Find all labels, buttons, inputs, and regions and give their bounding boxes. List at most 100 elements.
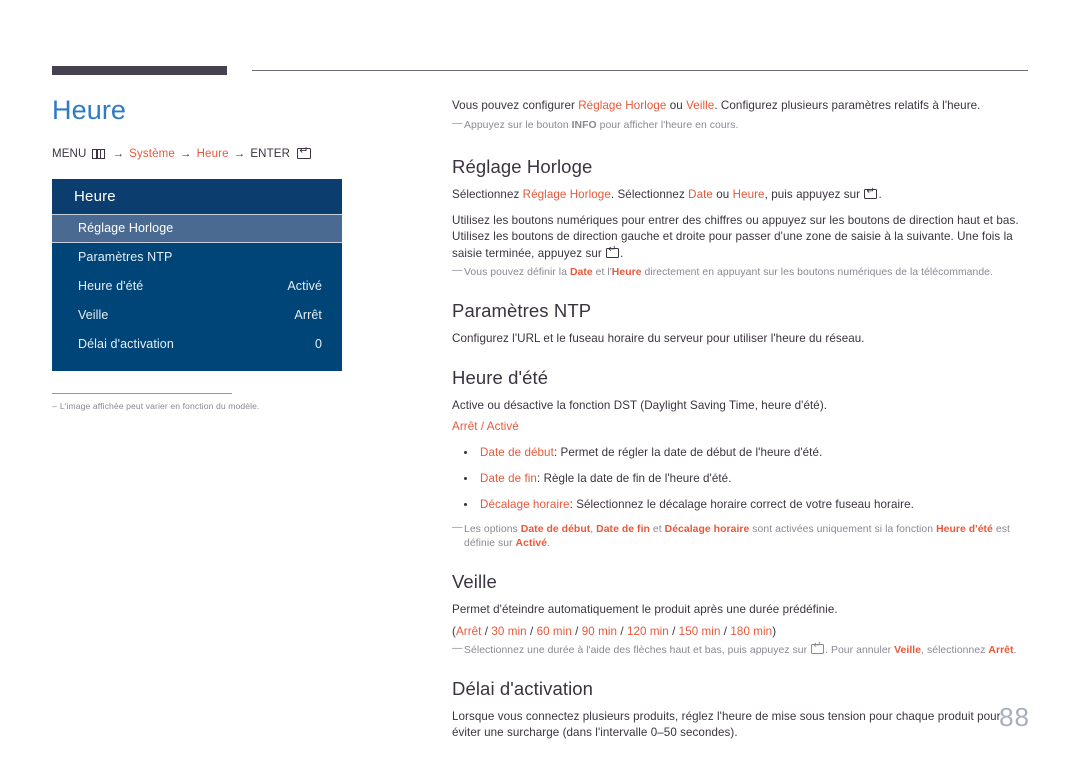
enter-key-icon [606,245,620,258]
note-body: Les options Date de début, Date de fin e… [464,523,1030,552]
section-heading-veille: Veille [452,570,497,592]
s0p1-text-2: . Sélectionnez [610,188,689,202]
menu-grid-icon [92,148,106,159]
s3n-text-4: . [1013,645,1017,657]
options-sep: / [481,624,492,638]
section-3-note: — Sélectionnez une durée à l'aide des fl… [452,641,1030,659]
s0p1-link-date: Date [688,188,713,202]
intro-text-3: . Configurez plusieurs paramètres relati… [714,99,981,112]
page-title: Heure [52,95,127,125]
options-sep: / [526,624,537,638]
s0p1-link-reglage-horloge: Réglage Horloge [522,188,611,202]
note-body: Vous pouvez définir la Date et l'Heure d… [464,266,1030,281]
section-3-paragraph-1: Permet d'éteindre automatiquement le pro… [452,603,838,617]
note-body: Sélectionnez une durée à l'aide des flèc… [464,641,1030,659]
bullet-desc: Sélectionnez le décalage horaire correct… [576,497,914,511]
s0p2-text-2: . [620,246,624,260]
osd-row-label: Délai d'activation [78,337,174,352]
note-dash: — [452,265,463,277]
list-item: Date de début: Permet de régler la date … [452,445,1030,461]
footnote-text: L'image affichée peut varier en fonction… [59,400,260,411]
s2n-bold-decalage-horaire: Décalage horaire [664,523,750,535]
section-heading-delai-activation: Délai d'activation [452,677,594,699]
s2n-text-1: Les options [464,523,521,535]
osd-menu-panel: Heure Réglage Horloge Paramètres NTP Heu… [52,178,342,371]
breadcrumb-menu-label: MENU [52,147,87,160]
s2n-text-6: . [547,538,551,550]
osd-row-label: Paramètres NTP [78,250,173,265]
intro-link-veille: Veille [686,99,715,112]
right-column: Vous pouvez configurer Réglage Horloge o… [452,98,1030,744]
osd-menu-header: Heure [52,178,342,214]
osd-row-parametres-ntp[interactable]: Paramètres NTP [52,243,342,272]
intro-paragraph: Vous pouvez configurer Réglage Horloge o… [452,98,1030,115]
options-sep: / [668,624,679,638]
osd-row-veille[interactable]: Veille Arrêt [52,301,342,330]
note-dash: — [452,117,463,129]
s0p2-text-1: Utilisez les boutons numériques pour ent… [452,213,1019,260]
option-90min: 90 min [581,624,618,638]
section-2-options: Arrêt / Activé [452,420,519,434]
bullet-term: Date de fin [480,471,537,485]
options-sep: / [720,624,731,638]
s2n-bold-heure-dete: Heure d'été [936,523,993,535]
breadcrumb-step-heure: Heure [196,147,229,160]
osd-row-heure-dete[interactable]: Heure d'été Activé [52,272,342,301]
breadcrumb-arrow-1: → [112,147,125,160]
option-150min: 150 min [678,624,721,638]
options-sep: / [571,624,582,638]
section-heading-heure-dete: Heure d'été [452,366,549,388]
osd-row-value: Arrêt [294,308,322,323]
section-3-options-line: (Arrêt / 30 min / 60 min / 90 min / 120 … [452,624,1030,641]
option-arret: Arrêt [455,624,482,638]
intro-text-2: ou [666,99,687,112]
section-2-note: — Les options Date de début, Date de fin… [452,522,1030,552]
bullet-sep: : [536,471,544,485]
osd-row-reglage-horloge[interactable]: Réglage Horloge [52,213,342,243]
s2n-text-4: sont activées uniquement si la fonction [749,523,937,535]
s0n-text-1: Vous pouvez définir la [464,267,570,279]
note-dash: — [452,643,463,655]
s0p1-text-1: Sélectionnez [452,188,523,202]
footnote-dash: – [52,400,57,411]
enter-key-icon [297,146,312,160]
section-0-paragraph-2: Utilisez les boutons numériques pour ent… [452,213,1030,263]
section-heading-parametres-ntp: Paramètres NTP [452,299,592,321]
s0n-bold-date: Date [569,267,593,279]
option-30min: 30 min [491,624,527,638]
s3n-bold-veille: Veille [894,645,922,657]
s2n-bold-active: Activé [515,538,548,550]
breadcrumb-arrow-2: → [179,147,192,160]
s0n-text-3: directement en appuyant sur les boutons … [641,267,993,279]
breadcrumb-enter-label: ENTER [250,147,291,160]
bullet-sep: : [553,445,561,459]
s0n-text-2: et l' [592,267,612,279]
note-bold-info: INFO [571,119,597,131]
breadcrumb-arrow-3: → [233,147,246,160]
s0p1-link-heure: Heure [732,188,765,202]
osd-row-value: 0 [314,337,322,352]
section-1-paragraph-1: Configurez l'URL et le fuseau horaire du… [452,332,865,346]
header-rule-thick [52,66,227,75]
s2n-text-3: et [649,523,665,535]
note-text-1: Appuyez sur le bouton [464,119,572,131]
section-0-paragraph-1: Sélectionnez Réglage Horloge. Sélectionn… [452,187,1030,204]
bullet-desc: Règle la date de fin de l'heure d'été. [543,471,732,485]
s3n-text-1: Sélectionnez une durée à l'aide des flèc… [464,645,811,657]
intro-link-reglage-horloge: Réglage Horloge [578,99,667,112]
section-2-paragraph-1: Active ou désactive la fonction DST (Day… [452,398,828,412]
s3n-bold-arret: Arrêt [988,645,1014,657]
enter-key-icon [811,641,825,655]
s0p1-text-3: ou [712,188,733,202]
s2n-bold-date-debut: Date de début [520,523,591,535]
left-footnote: – L'image affichée peut varier en fonctio… [52,392,259,411]
option-60min: 60 min [536,624,572,638]
osd-row-delai-activation[interactable]: Délai d'activation 0 [52,330,342,359]
intro-text-1: Vous pouvez configurer [452,99,579,112]
osd-row-value: Activé [287,279,322,294]
section-0-note: — Vous pouvez définir la Date et l'Heure… [452,265,1030,281]
section-4-paragraph-1: Lorsque vous connectez plusieurs produit… [452,709,1001,740]
note-body: Appuyez sur le bouton INFO pour afficher… [464,119,1030,134]
section-heading-reglage-horloge: Réglage Horloge [452,156,593,177]
osd-row-label: Réglage Horloge [78,221,174,236]
